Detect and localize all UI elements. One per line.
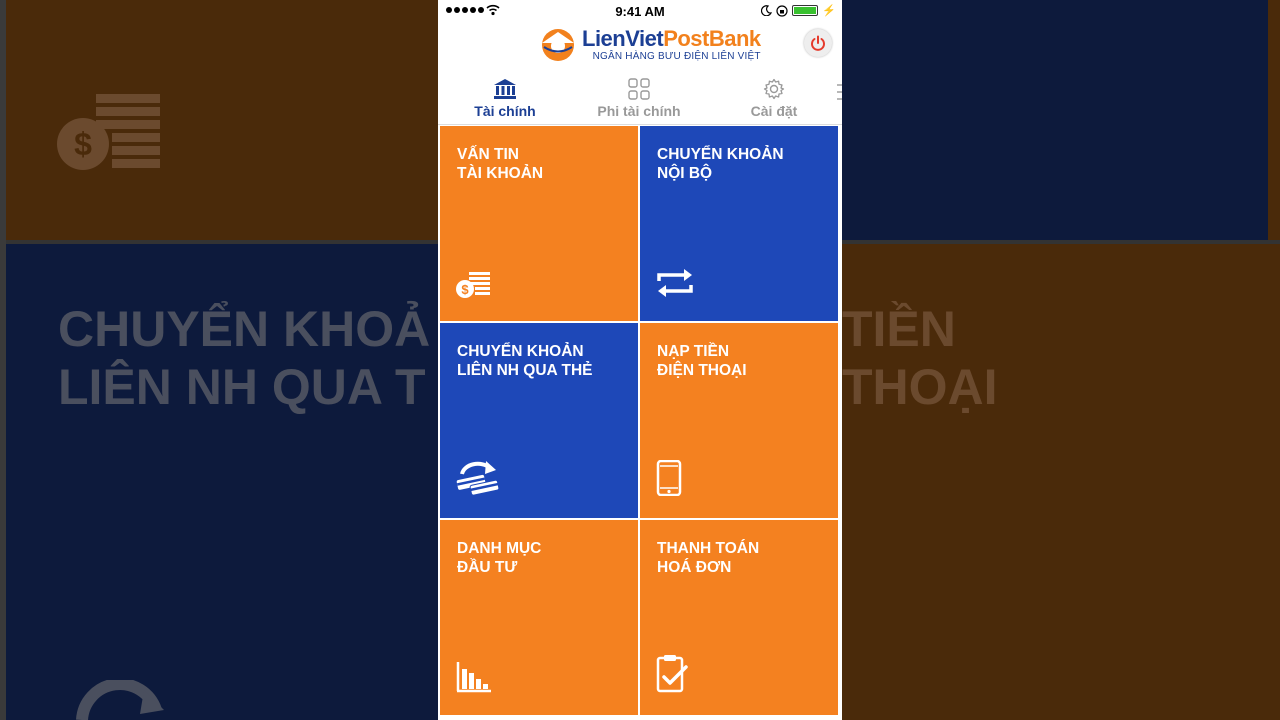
tab-tai-chinh[interactable]: Tài chính	[440, 74, 570, 119]
tab-label: Tài chính	[474, 103, 536, 119]
more-tabs-icon[interactable]	[836, 82, 842, 104]
backdrop-text-left: CHUYỂN KHOẢ LIÊN NH QUA T	[58, 301, 431, 415]
logout-button[interactable]	[804, 29, 832, 57]
tile-title: THANH TOÁN HOÁ ĐƠN	[657, 540, 760, 576]
tab-bar: Tài chính Phi tài chính Cài đặt	[438, 74, 842, 125]
tile-title: CHUYỂN KHOẢN NỘI BỘ	[657, 146, 784, 182]
tile-chuyen-khoan-noi-bo[interactable]: CHUYỂN KHOẢN NỘI BỘ	[640, 126, 838, 321]
backdrop-coins-icon: $	[57, 94, 160, 170]
logo-name: LienVietPostBank	[582, 25, 761, 51]
svg-text:$: $	[74, 126, 92, 162]
backdrop-edge	[0, 0, 6, 720]
backdrop-text-right: TIỀN THOẠI	[842, 301, 998, 415]
bank-logo: LienVietPostBank NGÂN HÀNG BƯU ĐIỆN LIÊN…	[538, 26, 761, 62]
phone-icon	[656, 460, 682, 496]
svg-text:$: $	[461, 282, 469, 297]
tile-van-tin-tai-khoan[interactable]: VẤN TIN TÀI KHOẢN $	[440, 126, 638, 321]
tab-label: Phi tài chính	[597, 103, 681, 119]
grid-icon	[628, 78, 650, 100]
tab-label: Cài đặt	[750, 103, 798, 119]
tile-thanh-toan-hoa-don[interactable]: THANH TOÁN HOÁ ĐƠN	[640, 520, 838, 715]
tile-title: VẤN TIN TÀI KHOẢN	[457, 146, 544, 182]
tile-title: NẠP TIỀN ĐIỆN THOẠI	[657, 343, 747, 379]
logo-subtitle: NGÂN HÀNG BƯU ĐIỆN LIÊN VIỆT	[592, 50, 761, 62]
tile-nap-tien-dien-thoai[interactable]: NẠP TIỀN ĐIỆN THOẠI	[640, 323, 838, 518]
app-header: LienVietPostBank NGÂN HÀNG BƯU ĐIỆN LIÊN…	[438, 22, 842, 72]
backdrop-refresh-icon	[76, 680, 164, 720]
bar-chart-icon	[456, 662, 491, 693]
power-icon	[811, 35, 825, 51]
coins-icon: $	[456, 272, 490, 298]
logo-emblem-icon	[542, 29, 574, 61]
tab-cai-dat[interactable]: Cài đặt	[709, 74, 839, 119]
moon-icon	[761, 5, 773, 16]
phone-screen: 9:41 AM ⚡ LienVietPostBank NGÂN HÀNG BƯU…	[438, 0, 842, 720]
battery-icon	[792, 5, 819, 16]
tile-chuyen-khoan-lien-nh[interactable]: CHUYỂN KHOẢN LIÊN NH QUA THẺ	[440, 323, 638, 518]
function-grid: VẤN TINTÀI KHOẢN $ CHUYỂN KHOẢNNỘI BỘ	[438, 125, 842, 720]
transfer-arrows-icon	[657, 269, 693, 297]
status-right-icons: ⚡	[761, 4, 836, 17]
tile-title: CHUYỂN KHOẢN LIÊN NH QUA THẺ	[457, 343, 593, 379]
charging-icon: ⚡	[822, 5, 836, 17]
tile-danh-muc-dau-tu[interactable]: DANH MỤC ĐẦU TƯ	[440, 520, 638, 715]
card-transfer-icon	[456, 461, 500, 496]
tile-title: DANH MỤC ĐẦU TƯ	[457, 540, 542, 576]
orientation-lock-icon	[776, 4, 788, 17]
bank-icon	[494, 79, 516, 99]
backdrop-blue-top-right	[842, 0, 1268, 240]
gear-icon	[763, 78, 785, 100]
tab-phi-tai-chinh[interactable]: Phi tài chính	[574, 74, 704, 119]
clipboard-check-icon	[656, 655, 688, 693]
status-bar: 9:41 AM ⚡	[438, 0, 842, 22]
